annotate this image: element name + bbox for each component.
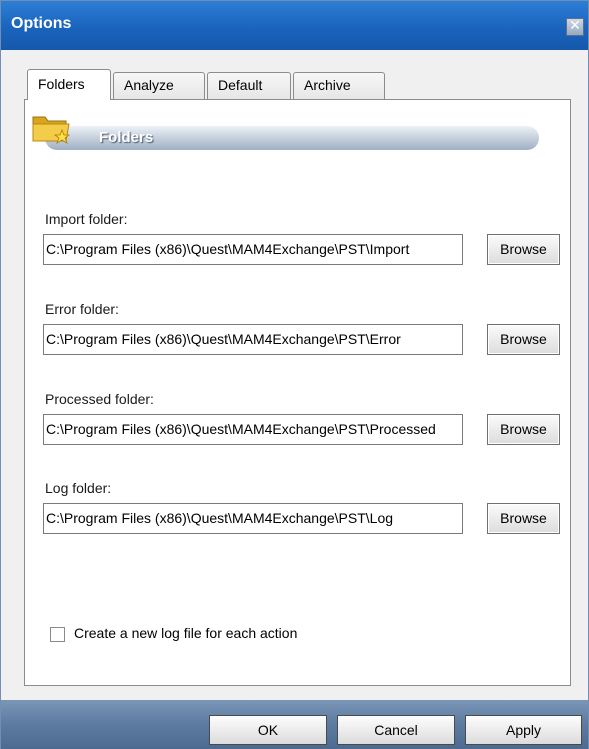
cancel-button[interactable]: Cancel [337,715,455,745]
import-folder-label: Import folder: [45,211,128,227]
error-browse-button[interactable]: Browse [487,324,560,355]
options-dialog: Options ✕ Folders Analyze Default Archiv… [0,0,589,749]
ok-button[interactable]: OK [209,715,327,745]
tab-default[interactable]: Default [207,72,291,99]
section-banner: Folders [45,126,539,150]
processed-folder-label: Processed folder: [45,391,154,407]
log-folder-label: Log folder: [45,480,112,496]
close-icon: ✕ [569,18,581,34]
tab-folders[interactable]: Folders [27,69,111,100]
import-folder-input[interactable]: C:\Program Files (x86)\Quest\MAM4Exchang… [43,234,463,265]
folders-tab-panel: Folders Import folder: C:\Program Files … [24,99,571,686]
import-browse-button[interactable]: Browse [487,234,560,265]
folder-star-icon [32,116,71,144]
error-folder-input[interactable]: C:\Program Files (x86)\Quest\MAM4Exchang… [43,324,463,355]
tab-strip: Folders Analyze Default Archive [27,69,387,100]
apply-button[interactable]: Apply [465,715,582,745]
section-title: Folders [99,129,154,146]
tab-analyze[interactable]: Analyze [113,72,205,99]
window-title: Options [11,15,72,32]
error-folder-label: Error folder: [45,301,119,317]
dialog-footer: OK Cancel Apply [1,700,588,749]
new-log-file-checkbox[interactable] [50,627,65,642]
log-browse-button[interactable]: Browse [487,503,560,534]
close-button[interactable]: ✕ [566,18,584,36]
dialog-client-area: Folders Analyze Default Archive Folders … [1,50,588,700]
log-folder-input[interactable]: C:\Program Files (x86)\Quest\MAM4Exchang… [43,503,463,534]
processed-browse-button[interactable]: Browse [487,414,560,445]
processed-folder-input[interactable]: C:\Program Files (x86)\Quest\MAM4Exchang… [43,414,463,445]
new-log-file-label[interactable]: Create a new log file for each action [74,625,297,641]
tab-archive[interactable]: Archive [293,72,385,99]
title-bar[interactable]: Options ✕ [1,1,588,50]
